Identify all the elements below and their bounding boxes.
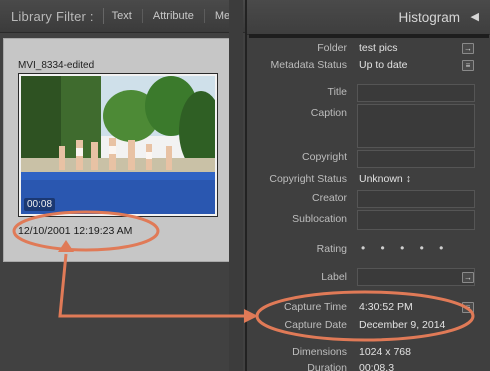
list-icon[interactable]: ≡ xyxy=(462,60,474,71)
histogram-strip xyxy=(249,34,489,38)
duration-row: Duration 00:08.3 xyxy=(247,360,490,371)
metadata-status-value: Up to date xyxy=(359,59,408,71)
filter-tab-divider xyxy=(141,9,143,23)
caption-field[interactable] xyxy=(357,104,475,148)
filter-separator xyxy=(102,8,104,24)
metadata-panel: Histogram ◀ Folder test pics → Metadata … xyxy=(245,0,490,371)
filter-tab-divider xyxy=(203,9,205,23)
copyright-field[interactable] xyxy=(357,150,475,168)
capture-date-row: Capture Date December 9, 2014 xyxy=(247,317,490,333)
filter-tab-metadata[interactable]: Me xyxy=(215,10,230,22)
label-label: Label xyxy=(321,271,347,283)
copyright-status-select[interactable]: Unknown ↕ xyxy=(359,173,411,185)
creator-label: Creator xyxy=(311,192,347,204)
sublocation-field[interactable] xyxy=(357,210,475,230)
copyright-status-label: Copyright Status xyxy=(269,173,347,185)
rating-row: Rating • • • • • xyxy=(247,241,490,257)
sublocation-label: Sublocation xyxy=(292,213,347,225)
filter-tab-attribute[interactable]: Attribute xyxy=(153,10,194,22)
rating-label: Rating xyxy=(316,243,347,255)
capture-date-label: Capture Date xyxy=(284,319,347,331)
rating-stars[interactable]: • • • • • xyxy=(361,241,449,255)
label-arrow-icon[interactable]: → xyxy=(462,272,474,283)
creator-field[interactable] xyxy=(357,190,475,208)
capture-time-label: Capture Time xyxy=(283,301,347,313)
filter-tab-text[interactable]: Text xyxy=(112,10,132,22)
histogram-title: Histogram xyxy=(398,10,460,25)
capture-time-value: 4:30:52 PM xyxy=(359,301,413,313)
thumbnail-frame[interactable]: 00:08 xyxy=(18,73,218,217)
caption-label: Caption xyxy=(310,107,347,119)
go-to-folder-arrow-icon[interactable]: → xyxy=(462,43,474,54)
copyright-status-row: Copyright Status Unknown ↕ xyxy=(247,171,490,187)
library-filter-title: Library Filter : xyxy=(11,8,94,24)
grid-scroll-gutter xyxy=(229,0,243,371)
histogram-header[interactable]: Histogram ◀ xyxy=(247,0,490,35)
video-thumbnail xyxy=(21,76,215,214)
video-duration-badge: 00:08 xyxy=(24,198,56,211)
library-filter-bar: Library Filter : Text Attribute Me xyxy=(0,0,245,33)
dimensions-label: Dimensions xyxy=(292,346,347,358)
edit-time-icon[interactable]: ≡ xyxy=(462,302,474,313)
metadata-status-label: Metadata Status xyxy=(270,59,347,71)
title-label: Title xyxy=(327,86,347,98)
title-field[interactable] xyxy=(357,84,475,102)
grid-cell-filename: MVI_8334-edited xyxy=(18,60,95,71)
folder-value: test pics xyxy=(359,42,398,54)
library-grid-panel: Library Filter : Text Attribute Me MVI_8… xyxy=(0,0,245,371)
folder-label: Folder xyxy=(317,42,347,54)
copyright-label: Copyright xyxy=(302,151,347,163)
capture-time-row: Capture Time 4:30:52 PM ≡ xyxy=(247,299,490,315)
duration-label: Duration xyxy=(307,362,347,371)
duration-value: 00:08.3 xyxy=(359,362,395,371)
metadata-status-row: Metadata Status Up to date ≡ xyxy=(247,57,490,73)
label-field[interactable] xyxy=(357,268,475,286)
capture-date-value: December 9, 2014 xyxy=(359,319,446,331)
grid-capture-datetime: 12/10/2001 12:19:23 AM xyxy=(18,225,133,237)
dimensions-row: Dimensions 1024 x 768 xyxy=(247,344,490,360)
dimensions-value: 1024 x 768 xyxy=(359,346,411,358)
triangle-left-icon[interactable]: ◀ xyxy=(471,10,479,23)
grid-cell[interactable]: MVI_8334-edited 00:08 12/10/2001 12:19:2… xyxy=(3,38,231,262)
folder-row: Folder test pics → xyxy=(247,40,490,56)
